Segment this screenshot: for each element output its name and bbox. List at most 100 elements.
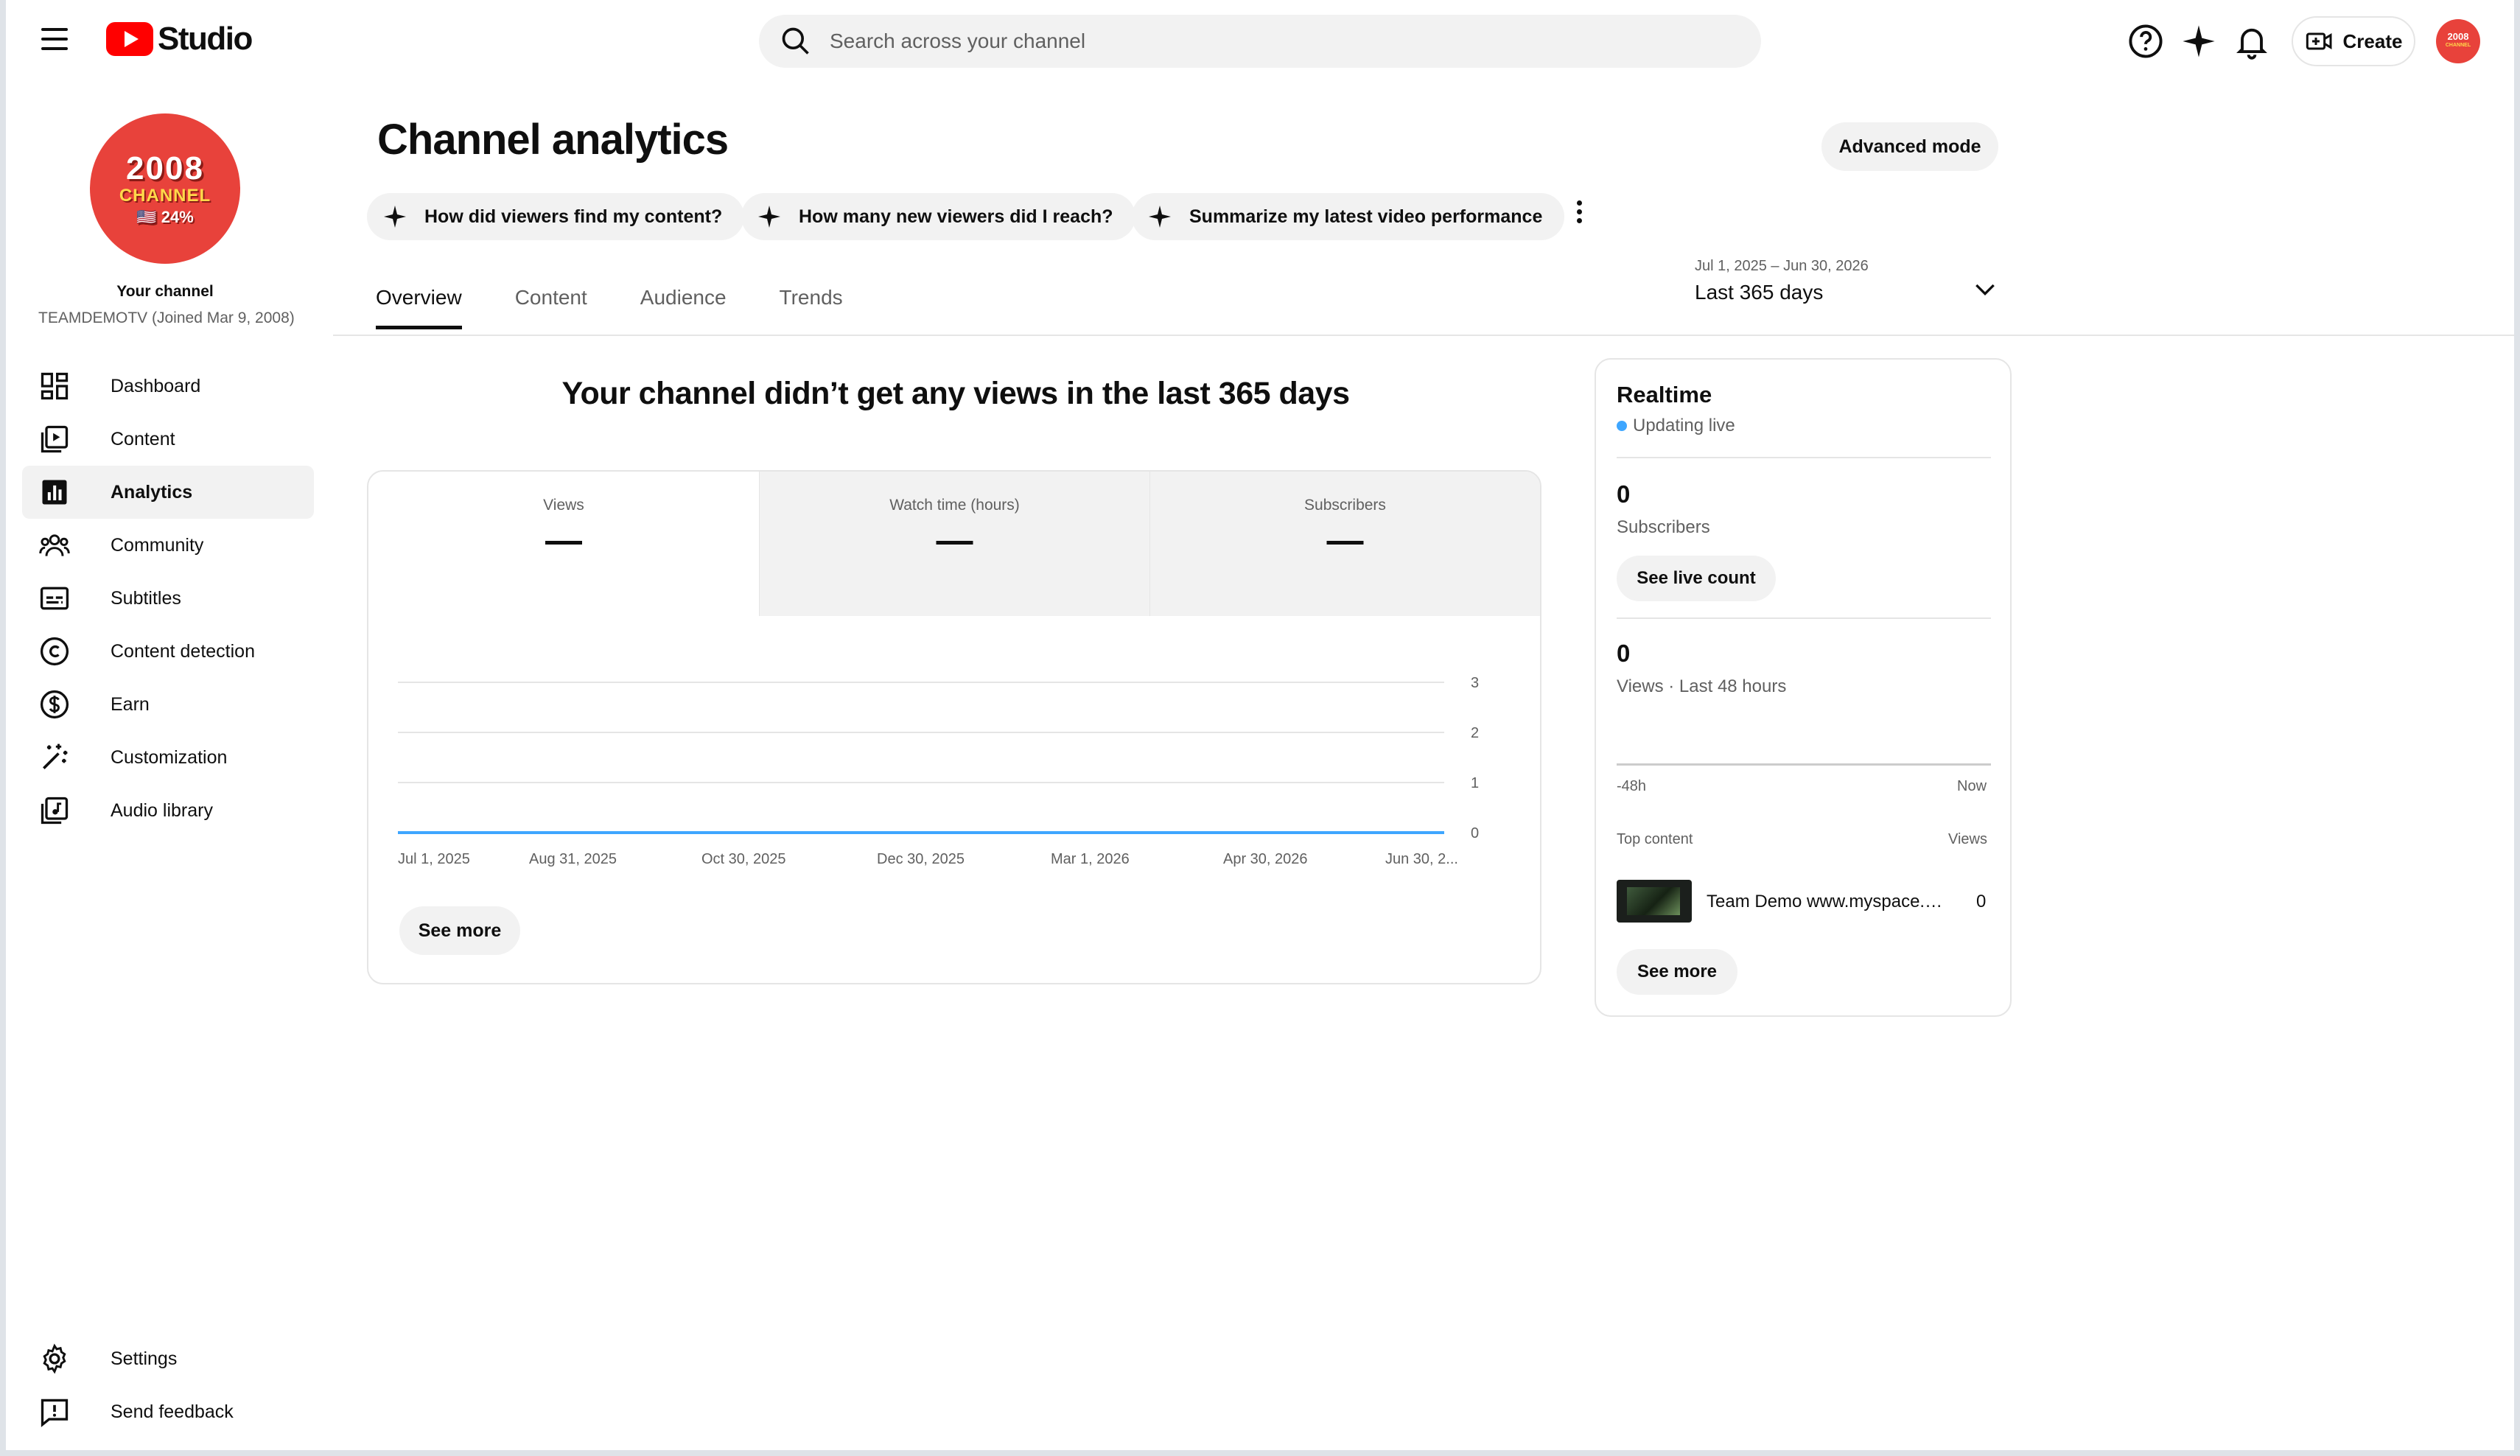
views-column-label: Views bbox=[1948, 831, 1987, 847]
sidebar: 2008 CHANNEL 🇺🇸 24% Your channel TEAMDEM… bbox=[6, 81, 330, 1450]
metric-tab-views[interactable]: Views — bbox=[368, 472, 759, 616]
help-icon[interactable] bbox=[2127, 22, 2165, 60]
video-thumbnail[interactable] bbox=[1617, 880, 1692, 923]
search-bar[interactable] bbox=[759, 15, 1761, 68]
x-tick-label: Aug 31, 2025 bbox=[529, 851, 617, 867]
sparkle-icon bbox=[384, 206, 406, 228]
studio-logo[interactable]: Studio bbox=[106, 21, 253, 57]
feedback-icon bbox=[41, 1399, 69, 1427]
x-tick-label: Jul 1, 2025 bbox=[398, 851, 470, 867]
sidebar-item-label: Audio library bbox=[111, 799, 213, 821]
sidebar-item-label: Content bbox=[111, 428, 175, 449]
metric-tab-subscribers[interactable]: Subscribers — bbox=[1149, 472, 1540, 616]
sidebar-item-send-feedback[interactable]: Send feedback bbox=[22, 1385, 314, 1438]
sidebar-item-analytics[interactable]: Analytics bbox=[22, 466, 314, 519]
sidebar-item-community[interactable]: Community bbox=[22, 519, 314, 572]
metric-value: — bbox=[1326, 519, 1364, 561]
sidebar-item-content-detection[interactable]: Content detection bbox=[22, 625, 314, 678]
sidebar-item-label: Dashboard bbox=[111, 375, 201, 396]
metric-label: Watch time (hours) bbox=[889, 497, 1020, 514]
tab-trends[interactable]: Trends bbox=[780, 286, 843, 329]
menu-icon[interactable] bbox=[41, 28, 68, 50]
search-input[interactable] bbox=[830, 29, 1714, 53]
gear-icon bbox=[43, 1343, 66, 1374]
metric-value: — bbox=[545, 519, 582, 561]
suggestion-chip-viewers-find[interactable]: How did viewers find my content? bbox=[367, 193, 745, 240]
sidebar-item-label: Earn bbox=[111, 693, 150, 715]
realtime-views-value: 0 bbox=[1617, 640, 1631, 667]
magic-wand-icon bbox=[43, 743, 68, 769]
sidebar-item-settings[interactable]: Settings bbox=[22, 1332, 314, 1385]
content-icon bbox=[41, 425, 69, 453]
realtime-subscribers-label: Subscribers bbox=[1617, 517, 1710, 537]
live-dot-icon bbox=[1617, 421, 1627, 431]
metric-tab-watch-time[interactable]: Watch time (hours) — bbox=[759, 472, 1149, 616]
more-options-icon[interactable] bbox=[1568, 200, 1590, 230]
sidebar-item-subtitles[interactable]: Subtitles bbox=[22, 572, 314, 625]
realtime-axis bbox=[1617, 763, 1991, 766]
video-add-icon bbox=[2306, 32, 2332, 50]
audio-library-icon bbox=[41, 797, 69, 825]
top-video-title[interactable]: Team Demo www.myspace.com/teamdemo bbox=[1707, 892, 1950, 912]
sidebar-item-earn[interactable]: Earn bbox=[22, 678, 314, 731]
chevron-down-icon bbox=[1975, 284, 1995, 296]
avatar-text: 2008 bbox=[2447, 31, 2469, 42]
divider bbox=[1617, 457, 1991, 458]
channel-title: Your channel bbox=[116, 283, 214, 300]
divider bbox=[1617, 617, 1991, 619]
account-avatar[interactable]: 2008 CHANNEL bbox=[2436, 19, 2480, 63]
metric-tabs: Views — Watch time (hours) — Subscribers… bbox=[368, 472, 1540, 616]
x-tick-label: Apr 30, 2026 bbox=[1223, 851, 1308, 867]
chip-label: Summarize my latest video performance bbox=[1189, 206, 1543, 227]
metric-label: Subscribers bbox=[1304, 497, 1386, 514]
realtime-subscribers-value: 0 bbox=[1617, 480, 1631, 508]
overview-card: Views — Watch time (hours) — Subscribers… bbox=[367, 470, 1541, 984]
metric-value: — bbox=[936, 519, 973, 561]
dollar-icon bbox=[40, 690, 69, 719]
sparkle-icon[interactable] bbox=[2180, 22, 2218, 60]
date-range-label: Last 365 days bbox=[1695, 281, 1824, 304]
suggestion-chip-new-viewers[interactable]: How many new viewers did I reach? bbox=[741, 193, 1135, 240]
create-button[interactable]: Create bbox=[2292, 16, 2415, 66]
avatar-sub: CHANNEL bbox=[2445, 43, 2471, 48]
tab-audience[interactable]: Audience bbox=[640, 286, 727, 329]
no-views-message: Your channel didn’t get any views in the… bbox=[561, 376, 1350, 411]
chip-label: How did viewers find my content? bbox=[424, 206, 723, 227]
page-title: Channel analytics bbox=[377, 116, 729, 164]
see-live-count-button[interactable]: See live count bbox=[1617, 556, 1776, 601]
live-label: Updating live bbox=[1633, 416, 1735, 435]
top-bar: Studio Create 2008 CHANNEL bbox=[0, 0, 2520, 81]
tab-overview[interactable]: Overview bbox=[376, 286, 462, 329]
y-tick-label: 2 bbox=[1471, 725, 1479, 741]
sidebar-item-label: Subtitles bbox=[111, 587, 181, 609]
realtime-see-more-button[interactable]: See more bbox=[1617, 949, 1737, 995]
sidebar-item-dashboard[interactable]: Dashboard bbox=[22, 360, 314, 413]
sparkle-icon bbox=[758, 206, 780, 228]
suggestion-chip-summarize[interactable]: Summarize my latest video performance bbox=[1132, 193, 1565, 240]
channel-avatar[interactable]: 2008 CHANNEL 🇺🇸 24% bbox=[90, 113, 240, 264]
top-video-views: 0 bbox=[1976, 892, 1987, 911]
date-range-selector[interactable]: Jul 1, 2025 – Jun 30, 2026 Last 365 days bbox=[1695, 258, 2004, 317]
subtitles-icon bbox=[40, 587, 69, 610]
youtube-play-icon bbox=[106, 22, 153, 56]
channel-avatar-pct: 🇺🇸 24% bbox=[136, 208, 194, 226]
channel-avatar-label: CHANNEL bbox=[119, 186, 211, 206]
x-tick-label: Dec 30, 2025 bbox=[877, 851, 965, 867]
tab-content[interactable]: Content bbox=[515, 286, 587, 329]
advanced-mode-button[interactable]: Advanced mode bbox=[1821, 122, 1998, 171]
realtime-views-label: Views · Last 48 hours bbox=[1617, 676, 1787, 696]
realtime-title: Realtime bbox=[1617, 382, 1712, 407]
search-icon[interactable] bbox=[780, 25, 812, 57]
notifications-bell-icon[interactable] bbox=[2233, 22, 2271, 60]
views-line-chart: 0 1 2 3 Jul 1, 2025 Aug 31, 2025 Oct 30, 2025 D… bbox=[398, 675, 1479, 867]
analytics-icon bbox=[42, 480, 67, 505]
sidebar-item-label: Send feedback bbox=[111, 1401, 234, 1422]
sidebar-item-label: Customization bbox=[111, 746, 228, 768]
x-tick-label: Oct 30, 2025 bbox=[701, 851, 786, 867]
sidebar-item-customization[interactable]: Customization bbox=[22, 731, 314, 784]
sidebar-item-audio-library[interactable]: Audio library bbox=[22, 784, 314, 837]
community-icon bbox=[39, 534, 70, 556]
sidebar-item-content[interactable]: Content bbox=[22, 413, 314, 466]
sidebar-bottom: Settings Send feedback bbox=[22, 1332, 314, 1438]
see-more-button[interactable]: See more bbox=[399, 906, 520, 955]
